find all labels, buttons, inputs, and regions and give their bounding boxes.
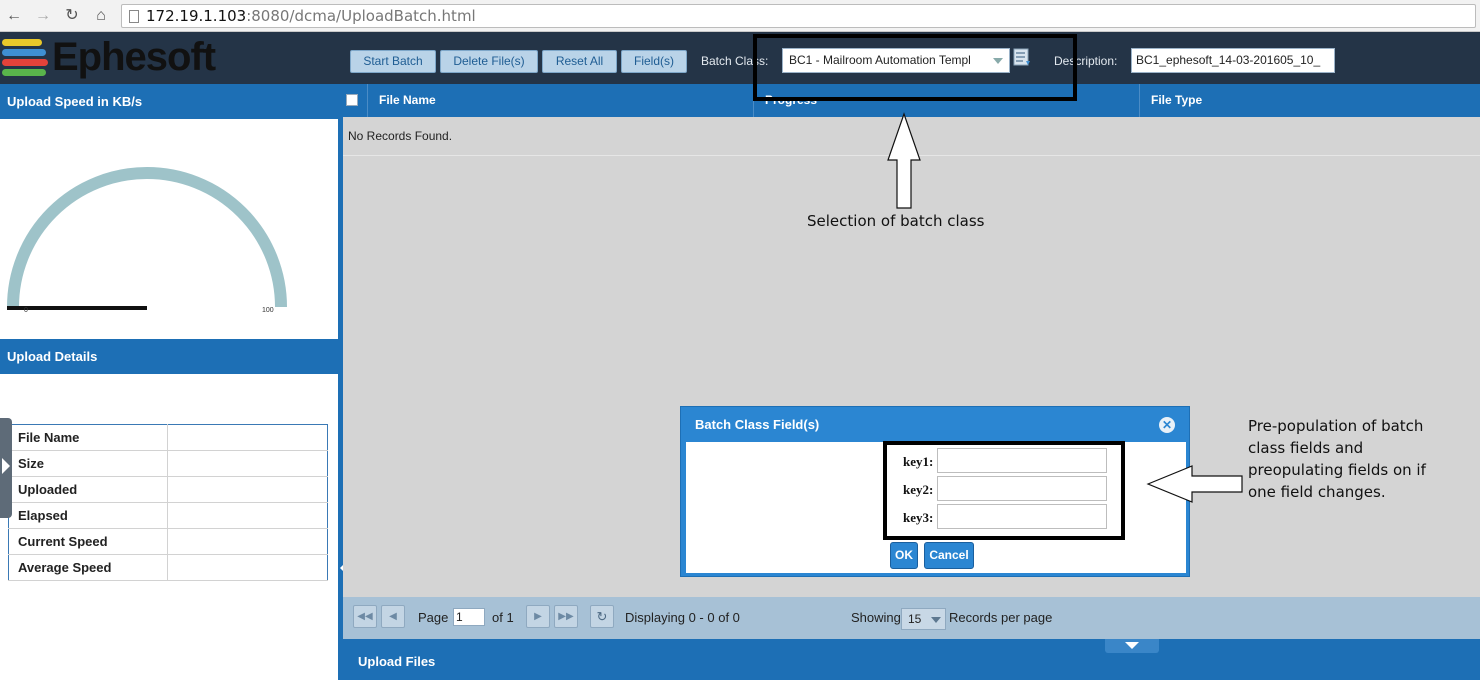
batch-class-highlight-box [753,34,1077,101]
last-page-icon[interactable]: ▶▶ [554,605,578,628]
url-host: 172.19.1.103 [146,7,247,25]
page-number-input[interactable]: 1 [453,608,485,626]
forward-icon[interactable]: → [33,6,53,26]
upload-files-toggle[interactable] [1105,639,1159,653]
detail-row: Average Speed [8,554,328,581]
detail-row: Current Speed [8,528,328,555]
prepopulation-note-line: preopulating fields on if [1248,461,1426,479]
back-icon[interactable]: ← [4,6,24,26]
upload-speed-gauge: 0 100 [0,119,338,339]
browser-toolbar: ← → ↻ ⌂ 172.19.1.103:8080/dcma/UploadBat… [0,0,1480,32]
dropdown-caret-icon [931,617,941,623]
home-icon[interactable]: ⌂ [91,6,111,26]
first-page-icon[interactable]: ◀◀ [353,605,377,628]
fields-button[interactable]: Field(s) [621,50,687,73]
detail-value [167,554,328,581]
detail-row: Size [8,450,328,477]
detail-value [167,528,328,555]
gauge-arc [7,167,287,308]
batch-class-note: Selection of batch class [807,212,985,230]
reload-icon[interactable]: ↻ [62,6,82,26]
upload-speed-header: Upload Speed in KB/s [0,84,338,119]
previous-page-icon[interactable]: ◀ [381,605,405,628]
ephesoft-logo: Ephesoft [0,32,216,84]
app-header: Ephesoft Start Batch Delete File(s) Rese… [0,32,1480,84]
detail-label: Average Speed [8,554,168,581]
logo-text: Ephesoft [52,35,216,79]
delete-files-button[interactable]: Delete File(s) [440,50,538,73]
address-bar[interactable]: 172.19.1.103:8080/dcma/UploadBatch.html [121,4,1476,28]
page-icon [129,10,139,23]
upload-files-label: Upload Files [358,654,436,669]
detail-value [167,424,328,451]
expand-arrow-icon [2,458,10,474]
records-per-page-label: Records per page [949,610,1053,625]
pager-bar: ◀◀ ◀ Page 1 of 1 ▶ ▶▶ ↻ Displaying 0 - 0… [343,597,1480,639]
refresh-icon[interactable]: ↻ [590,605,614,628]
start-batch-button[interactable]: Start Batch [350,50,436,73]
prepopulation-note-line: one field changes. [1248,483,1386,501]
dialog-title: Batch Class Field(s) [695,417,820,432]
upload-details-header: Upload Details [0,339,338,374]
detail-label: Uploaded [8,476,168,503]
detail-label: Size [8,450,168,477]
detail-label: Current Speed [8,528,168,555]
left-panel-handle[interactable] [0,418,12,518]
reset-all-button[interactable]: Reset All [542,50,617,73]
close-icon[interactable]: ✕ [1159,417,1175,433]
detail-value [167,502,328,529]
left-arrow-annotation [1146,465,1243,503]
cancel-button[interactable]: Cancel [924,542,974,569]
detail-row: Elapsed [8,502,328,529]
detail-row: File Name [8,424,328,451]
upload-files-bar[interactable]: Upload Files [343,639,1480,680]
gauge-min-label: 0 [24,307,28,314]
column-file-type[interactable]: File Type [1139,84,1480,117]
showing-label: Showing [851,610,901,625]
fields-highlight-box [883,441,1125,540]
ok-button[interactable]: OK [890,542,918,569]
detail-value [167,450,328,477]
page-label: Page [418,610,449,625]
records-per-page-value: 15 [908,612,922,626]
url-path: :8080/dcma/UploadBatch.html [246,7,476,25]
prepopulation-note-line: Pre-population of batch [1248,417,1424,435]
page-of-label: of 1 [492,610,514,625]
detail-label: Elapsed [8,502,168,529]
prepopulation-note: Pre-population of batch class fields and… [1248,415,1426,503]
column-file-name[interactable]: File Name [367,84,754,117]
records-per-page-select[interactable]: 15 [901,608,946,630]
detail-label: File Name [8,424,168,451]
detail-value [167,476,328,503]
upload-details-table: File Name Size Uploaded Elapsed Current Spee… [8,424,328,581]
gauge-max-label: 100 [262,307,274,314]
select-all-checkbox[interactable] [346,94,358,106]
up-arrow-annotation [887,112,921,209]
description-input[interactable]: BC1_ephesoft_14-03-201605_10_ [1131,48,1335,73]
expand-arrow-icon [1125,642,1139,649]
detail-row: Uploaded [8,476,328,503]
displaying-text: Displaying 0 - 0 of 0 [625,610,740,625]
prepopulation-note-line: class fields and [1248,439,1364,457]
next-page-icon[interactable]: ▶ [526,605,550,628]
